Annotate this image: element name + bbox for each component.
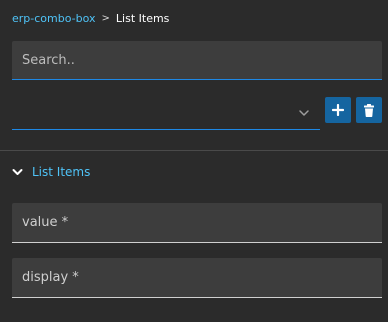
chevron-down-icon	[299, 110, 309, 116]
combo-select[interactable]	[12, 98, 320, 130]
display-field	[12, 258, 382, 298]
delete-item-button[interactable]	[356, 97, 382, 123]
section-divider	[0, 150, 388, 151]
search-field	[12, 41, 382, 80]
section-title: List Items	[32, 165, 91, 179]
breadcrumb-separator: >	[101, 13, 110, 24]
breadcrumb-current: List Items	[115, 12, 170, 25]
value-input[interactable]	[12, 203, 382, 242]
breadcrumb-link-erp-combo-box[interactable]: erp-combo-box	[12, 11, 96, 27]
add-item-button[interactable]	[325, 97, 351, 123]
trash-icon	[364, 103, 374, 117]
breadcrumb: erp-combo-box > List Items	[12, 11, 169, 27]
list-items-section-toggle[interactable]: List Items	[12, 163, 90, 181]
value-field	[12, 203, 382, 243]
plus-icon	[332, 104, 344, 116]
chevron-down-icon	[12, 169, 23, 175]
search-input[interactable]	[12, 41, 382, 79]
display-input[interactable]	[12, 258, 382, 297]
